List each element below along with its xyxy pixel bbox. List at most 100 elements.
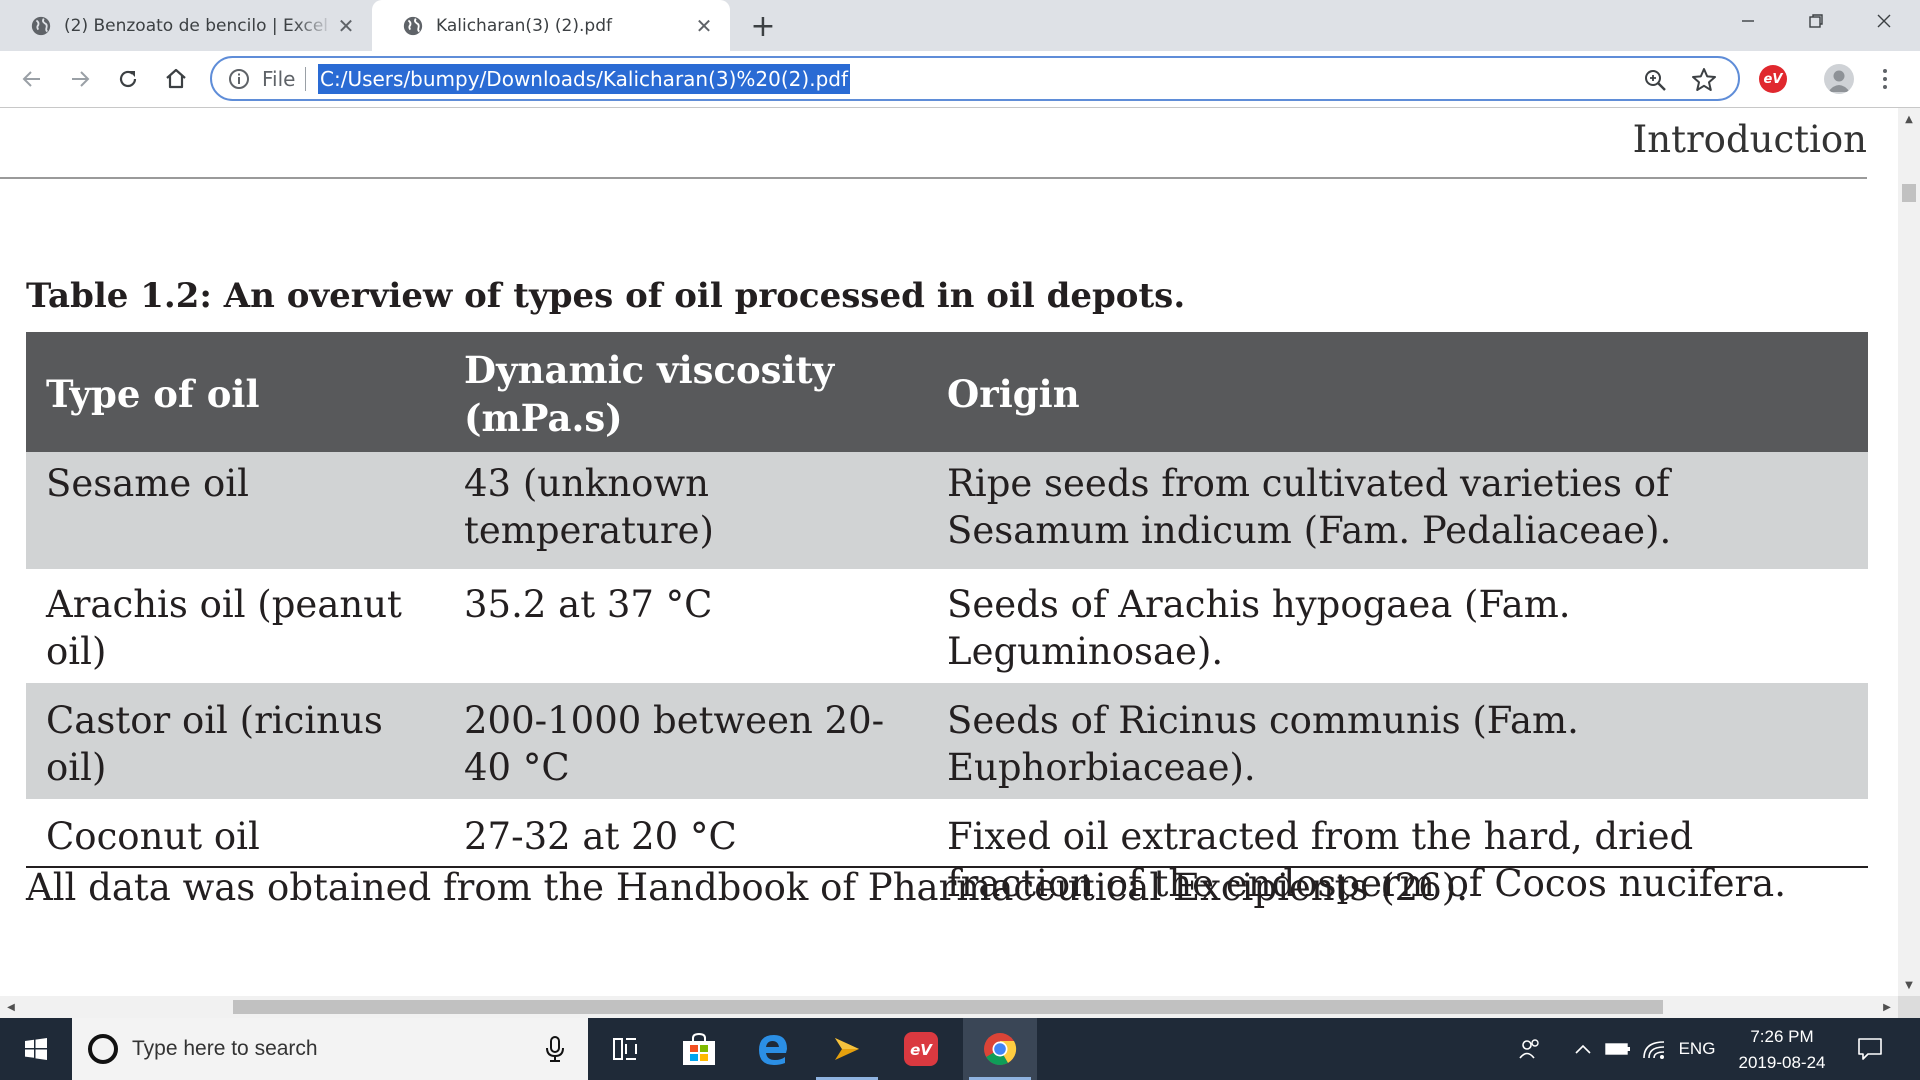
table-footnote: All data was obtained from the Handbook …	[26, 866, 1468, 909]
table-row: Sesame oil 43 (unknown temperature) Ripe…	[26, 452, 1868, 569]
show-hidden-icons-button[interactable]	[1568, 1018, 1598, 1080]
expressvpn-button[interactable]: eV	[884, 1018, 958, 1080]
cell-viscosity: 35.2 at 37 °C	[464, 583, 713, 626]
chevron-up-icon	[1575, 1044, 1591, 1054]
tab-strip: (2) Benzoato de bencilo | Excel M ✕ Kali…	[0, 0, 1920, 51]
new-tab-button[interactable]: +	[744, 9, 782, 44]
omnibox-divider	[305, 67, 306, 91]
cell-origin: Seeds of Arachis hypogaea (Fam. Legumino…	[947, 583, 1571, 673]
tab-title: Kalicharan(3) (2).pdf	[436, 15, 612, 36]
search-placeholder: Type here to search	[132, 1037, 318, 1060]
store-icon	[683, 1032, 715, 1065]
close-window-button[interactable]	[1850, 0, 1918, 42]
cell-viscosity: 43 (unknown temperature)	[444, 452, 927, 569]
minimize-button[interactable]	[1714, 0, 1782, 42]
table-header-row: Type of oil Dynamic viscosity (mPa.s) Or…	[26, 332, 1868, 452]
close-icon[interactable]: ✕	[334, 14, 358, 38]
scroll-left-arrow-icon[interactable]: ◀	[0, 996, 22, 1018]
globe-icon	[31, 16, 51, 35]
close-icon[interactable]: ✕	[692, 14, 716, 38]
cell-type: Arachis oil (peanut oil)	[46, 583, 402, 673]
start-button[interactable]	[0, 1018, 72, 1080]
info-icon[interactable]	[228, 68, 250, 90]
scroll-right-arrow-icon[interactable]: ▶	[1876, 996, 1898, 1018]
people-icon	[1519, 1039, 1539, 1059]
cell-origin: Ripe seeds from cultivated varieties of …	[927, 452, 1868, 569]
chrome-button[interactable]	[963, 1018, 1037, 1080]
star-icon[interactable]	[1690, 66, 1718, 94]
store-button[interactable]	[662, 1018, 736, 1080]
scroll-down-arrow-icon[interactable]: ▼	[1898, 974, 1920, 996]
home-icon	[166, 68, 186, 89]
edge-icon	[759, 1035, 787, 1065]
back-button[interactable]	[14, 61, 50, 97]
cell-origin: Seeds of Ricinus communis (Fam. Euphorbi…	[927, 683, 1868, 799]
header-rule	[0, 177, 1867, 179]
cell-type: Castor oil (ricinus oil)	[26, 683, 444, 799]
windows-taskbar: Type here to search eV ENG 7:26 PM 2019-…	[0, 1018, 1920, 1080]
horizontal-scroll-thumb[interactable]	[233, 1000, 1663, 1014]
edge-button[interactable]	[736, 1018, 810, 1080]
table-row: Arachis oil (peanut oil) 35.2 at 37 °C S…	[26, 569, 1868, 683]
minimize-icon	[1742, 20, 1754, 22]
header-type-of-oil: Type of oil	[26, 332, 444, 452]
plex-button[interactable]	[810, 1018, 884, 1080]
cortana-icon	[88, 1034, 118, 1064]
close-icon	[1877, 14, 1891, 28]
url-text-selected[interactable]: C:/Users/bumpy/Downloads/Kalicharan(3)%2…	[318, 64, 850, 94]
reload-icon	[119, 70, 137, 88]
expressvpn-extension-icon[interactable]: eV	[1759, 65, 1787, 93]
vertical-scrollbar[interactable]: ▲ ▼	[1898, 108, 1920, 996]
forward-icon	[72, 71, 90, 87]
person-icon	[1828, 70, 1850, 92]
home-button[interactable]	[158, 61, 194, 97]
task-view-icon	[613, 1038, 637, 1060]
vertical-scroll-thumb[interactable]	[1902, 184, 1916, 202]
action-center-button[interactable]	[1848, 1018, 1892, 1080]
chrome-icon	[984, 1033, 1017, 1066]
scrollbar-corner	[1898, 996, 1920, 1018]
taskbar-clock[interactable]: 7:26 PM 2019-08-24	[1724, 1024, 1840, 1076]
address-bar[interactable]: File C:/Users/bumpy/Downloads/Kalicharan…	[210, 56, 1740, 101]
tab-benzoato[interactable]: (2) Benzoato de bencilo | Excel M ✕	[0, 0, 372, 51]
plex-icon	[835, 1038, 859, 1060]
clock-time: 7:26 PM	[1750, 1027, 1814, 1046]
taskbar-search-box[interactable]: Type here to search	[72, 1018, 588, 1080]
table-caption: Table 1.2: An overview of types of oil p…	[26, 276, 1186, 316]
menu-icon[interactable]	[1873, 63, 1897, 95]
windows-logo-icon	[25, 1038, 47, 1060]
tab-title: (2) Benzoato de bencilo | Excel M	[64, 15, 334, 36]
url-scheme-label: File	[262, 67, 296, 91]
wifi-button[interactable]	[1638, 1018, 1670, 1080]
clock-date: 2019-08-24	[1738, 1053, 1826, 1072]
microphone-icon[interactable]	[544, 1034, 566, 1064]
battery-button[interactable]	[1602, 1018, 1634, 1080]
restore-button[interactable]	[1782, 0, 1850, 42]
svg-text:eV: eV	[910, 1041, 933, 1059]
notification-icon	[1858, 1038, 1882, 1060]
cell-viscosity: 200-1000 between 20-40 °C	[444, 683, 927, 799]
forward-button[interactable]	[62, 61, 98, 97]
people-button[interactable]	[1510, 1018, 1550, 1080]
header-dynamic-viscosity: Dynamic viscosity (mPa.s)	[444, 332, 927, 452]
task-view-button[interactable]	[588, 1018, 662, 1080]
pdf-viewer[interactable]: Introduction Table 1.2: An overview of t…	[0, 108, 1898, 996]
wifi-icon	[1643, 1041, 1665, 1059]
back-icon	[22, 71, 40, 87]
oil-types-table: Type of oil Dynamic viscosity (mPa.s) Or…	[26, 332, 1868, 917]
expressvpn-icon: eV	[904, 1032, 938, 1066]
battery-icon	[1605, 1043, 1630, 1055]
tab-kalicharan-pdf[interactable]: Kalicharan(3) (2).pdf ✕	[372, 0, 730, 51]
header-origin: Origin	[927, 332, 1868, 452]
globe-icon	[403, 16, 423, 35]
restore-icon	[1809, 14, 1823, 28]
scroll-up-arrow-icon[interactable]: ▲	[1898, 108, 1920, 130]
horizontal-scrollbar[interactable]: ◀ ▶	[0, 996, 1898, 1018]
input-language-indicator[interactable]: ENG	[1672, 1018, 1722, 1080]
reload-button[interactable]	[110, 61, 146, 97]
avatar-icon[interactable]	[1824, 64, 1854, 94]
table-row: Castor oil (ricinus oil) 200-1000 betwee…	[26, 683, 1868, 799]
cell-type: Sesame oil	[26, 452, 444, 569]
zoom-icon[interactable]	[1642, 67, 1668, 93]
running-head: Introduction	[1632, 118, 1867, 161]
